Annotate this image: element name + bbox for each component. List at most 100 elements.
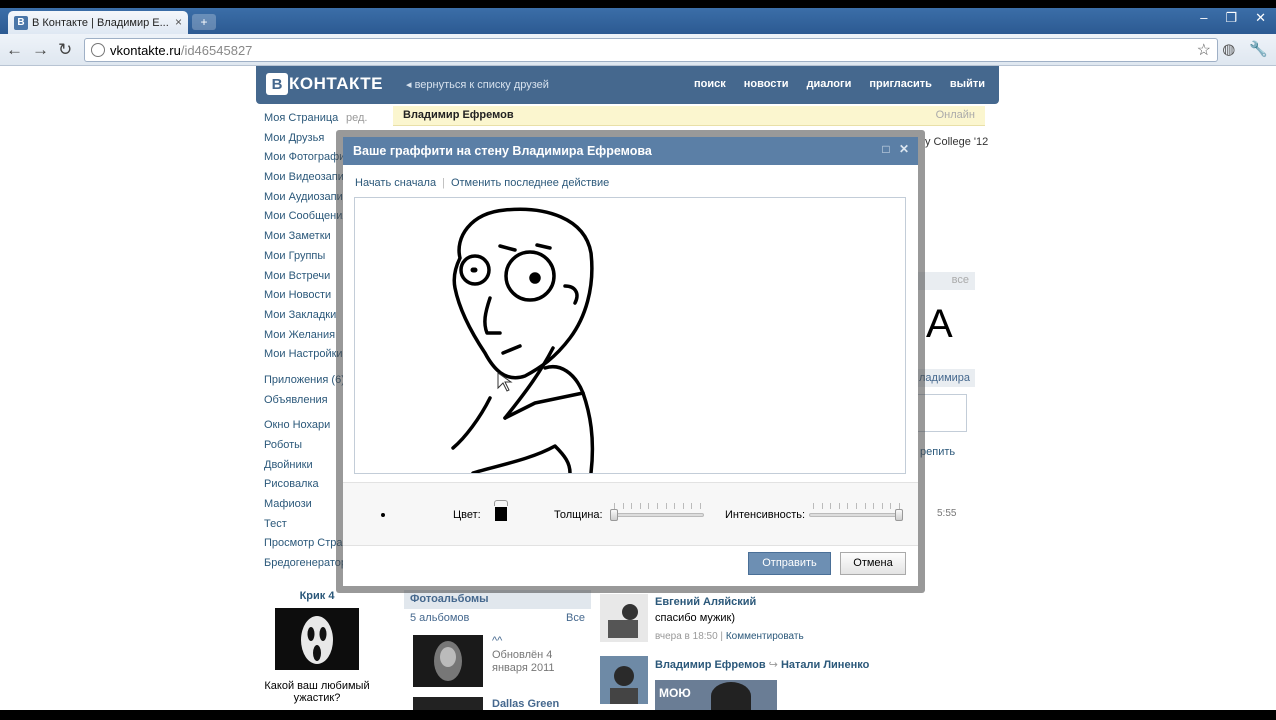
sidebar-item-events[interactable]: Мои Встречи [264,270,344,290]
wrench-icon[interactable]: 🔧 [1249,40,1268,58]
sidebar-app-drawing[interactable]: Рисовалка [264,478,344,498]
edit-link[interactable]: ред. [346,112,367,124]
sidebar-app-test[interactable]: Тест [264,518,344,538]
back-to-friends-link[interactable]: ◂ вернуться к списку друзей [406,78,549,91]
cancel-button[interactable]: Отмена [840,552,906,575]
sidebar-item-friends[interactable]: Мои Друзья [264,132,344,152]
modal-window-buttons: □ ✕ [880,143,910,155]
profile-bar: Владимир Ефремов Онлайн [393,106,985,126]
sidebar-app-nohari[interactable]: Окно Нохари [264,419,344,439]
graffiti-modal-body: Ваше граффити на стену Владимира Ефремов… [343,137,918,586]
sidebar-item-messages[interactable]: Мои Сообщения [264,210,344,230]
sidebar-app-page-views[interactable]: Просмотр Страниц [264,537,344,557]
reload-icon[interactable]: ↻ [58,40,72,60]
sidebar-app-mafia[interactable]: Мафиози [264,498,344,518]
albums-all-link[interactable]: Все [566,612,585,625]
back-triangle-icon: ◂ [406,79,415,91]
extension-icon[interactable]: ◍ [1222,40,1235,58]
menu-search[interactable]: поиск [694,78,726,90]
sidebar-item-news[interactable]: Мои Новости [264,289,344,309]
album-thumbnail[interactable] [413,635,483,687]
post-avatar[interactable] [600,594,648,642]
menu-news[interactable]: новости [744,78,789,90]
sidebar-app-robots[interactable]: Роботы [264,439,344,459]
sidebar-item-settings[interactable]: Мои Настройки [264,348,344,368]
vk-logo[interactable]: В КОНТАКТЕ [266,73,383,95]
big-letter-snippet: А [926,302,953,346]
brush-controls: Цвет: Толщина: Интенсивность: [343,482,918,546]
sidebar-item-bookmarks[interactable]: Мои Закладки [264,309,344,329]
album-thumbnail-2[interactable] [413,697,483,710]
sidebar-item-wishes[interactable]: Мои Желания [264,329,344,349]
post-image-figure [711,682,751,710]
post-graffiti-image[interactable]: МОЮ [655,680,777,710]
thickness-slider[interactable] [610,513,704,517]
post-author-name[interactable]: Владимир Ефремов [655,659,766,671]
post-recipient[interactable]: Натали Линенко [781,659,869,671]
education-snippet: y College '12 [925,136,989,148]
sidebar-item-groups[interactable]: Мои Группы [264,250,344,270]
vk-favicon-icon: В [14,15,28,30]
comment-link[interactable]: Комментировать [726,631,804,642]
sidebar-item-videos[interactable]: Мои Видеозаписи [264,171,344,191]
menu-invite[interactable]: пригласить [869,78,932,90]
restart-link[interactable]: Начать сначала [355,177,436,189]
sidebar-item-audio[interactable]: Мои Аудиозаписи [264,191,344,211]
menu-dialogs[interactable]: диалоги [807,78,852,90]
slider-tick [657,503,658,509]
bookmark-star-icon[interactable]: ☆ [1197,40,1211,60]
send-button[interactable]: Отправить [748,552,831,575]
slider-tick [838,503,840,509]
browser-tab[interactable]: В В Контакте | Владимир Е... × [8,11,188,34]
sidebar-item-my-page[interactable]: Моя Страница [264,112,344,132]
tab-close-icon[interactable]: × [175,15,182,29]
sidebar-app-nonsense-generator[interactable]: Бредогенератор [264,557,344,577]
sidebar-app-twins[interactable]: Двойники [264,459,344,479]
drawing-canvas[interactable] [354,197,906,475]
new-tab-button[interactable]: + [192,14,216,30]
promo-caption[interactable]: Какой ваш любимый ужастик? [262,680,372,704]
sidebar-item-photos[interactable]: Мои Фотографии [264,151,344,171]
slider-tick [813,503,814,509]
color-picker-cap[interactable] [494,500,508,506]
browser-toolbar: ← → ↻ vkontakte.ru /id46545827 ☆ ◍ 🔧 [0,34,1276,66]
post-avatar[interactable] [600,656,648,704]
post-author[interactable]: Евгений Аляйский [655,596,756,608]
screen: В В Контакте | Владимир Е... × + – ❐ ✕ ←… [0,8,1276,710]
modal-titlebar: Ваше граффити на стену Владимира Ефремов… [343,137,918,165]
album-name-2[interactable]: Dallas Green [492,698,559,710]
intensity-slider-handle[interactable] [895,509,903,521]
link-separator: | [442,177,445,189]
slider-tick [665,503,667,509]
undo-link[interactable]: Отменить последнее действие [451,177,609,189]
sidebar-item-notes[interactable]: Мои Заметки [264,230,344,250]
sidebar-item-ads[interactable]: Объявления [264,394,344,414]
profile-name: Владимир Ефремов [403,109,514,121]
promo-block[interactable]: Крик 4 Какой ваш любимый ужастик? [262,590,372,704]
restore-icon[interactable]: ❐ [1225,10,1237,26]
menu-logout[interactable]: выйти [950,78,985,90]
color-swatch[interactable] [495,507,507,521]
thickness-slider-handle[interactable] [610,509,618,521]
reply-arrow-icon: ↪ [768,659,781,671]
maximize-icon[interactable]: □ [880,143,892,155]
album-name[interactable]: ^^ [492,635,502,647]
attach-link-snippet[interactable]: репить [920,446,955,458]
slider-tick [881,503,883,509]
browser-titlebar: В В Контакте | Владимир Е... × + – ❐ ✕ [0,8,1276,34]
forward-arrow-icon[interactable]: → [32,40,49,60]
slider-tick [700,503,701,509]
close-window-icon[interactable]: ✕ [1255,10,1266,26]
slider-tick [631,503,633,509]
promo-image[interactable] [275,608,359,670]
sidebar-item-apps[interactable]: Приложения (6) [264,374,344,394]
close-icon[interactable]: ✕ [898,143,910,155]
slider-tick [890,503,892,509]
tab-title: В Контакте | Владимир Е... [32,16,168,29]
intensity-slider[interactable] [809,513,903,517]
minimize-icon[interactable]: – [1200,10,1207,26]
url-host: vkontakte.ru [110,42,181,58]
address-bar[interactable]: vkontakte.ru /id46545827 ☆ [84,38,1218,62]
time-snippet: 5:55 [937,508,957,519]
back-arrow-icon[interactable]: ← [6,40,23,60]
